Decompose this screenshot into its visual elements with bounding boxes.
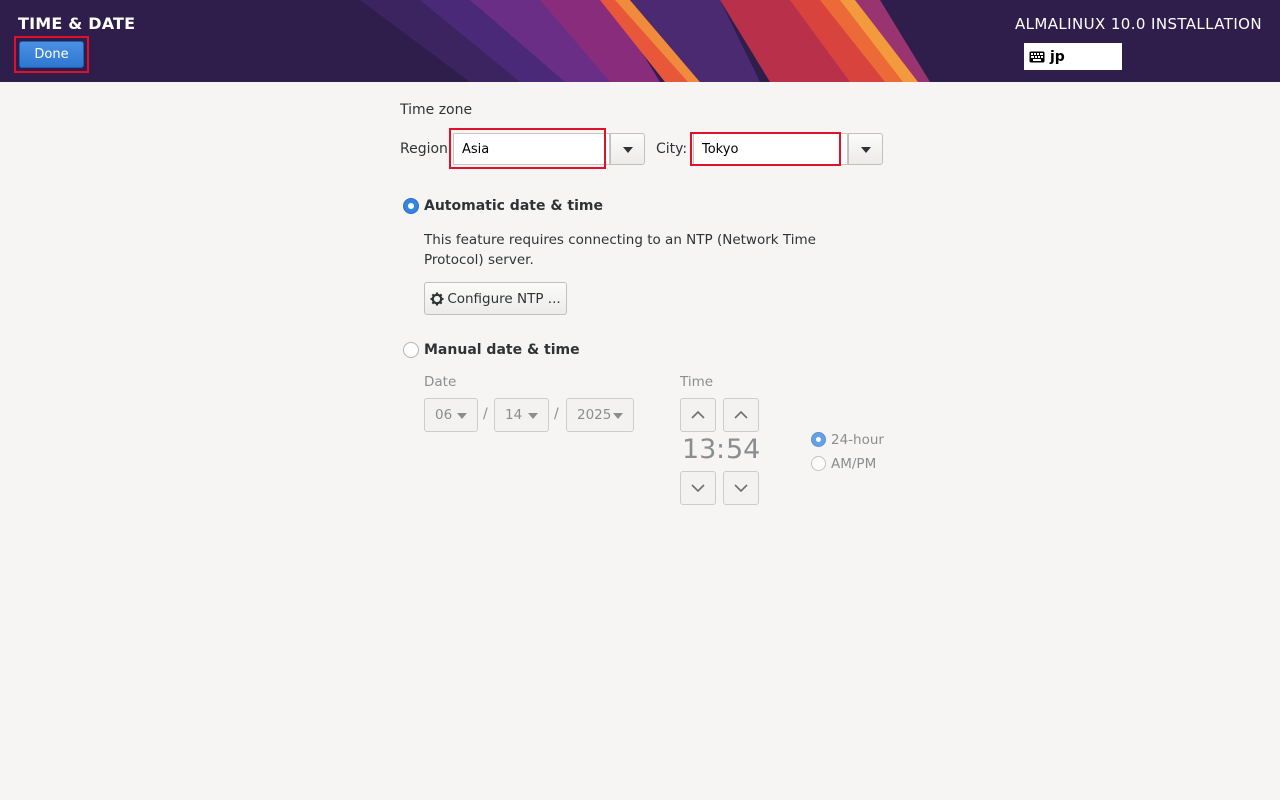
chevron-up-icon — [691, 410, 705, 419]
chevron-down-icon — [613, 413, 623, 419]
hour-up-button[interactable] — [680, 398, 716, 432]
date-separator: / — [554, 406, 559, 422]
date-separator: / — [483, 406, 488, 422]
chevron-down-icon — [457, 413, 467, 419]
done-button[interactable]: Done — [19, 41, 84, 68]
ntp-description: This feature requires connecting to an N… — [424, 232, 816, 268]
configure-ntp-button[interactable]: Configure NTP ... — [424, 282, 567, 315]
format-ampm-radio[interactable] — [811, 456, 826, 471]
minute-up-button[interactable] — [723, 398, 759, 432]
hours-display: 13 — [682, 434, 717, 465]
time-label: Time — [680, 374, 714, 390]
day-combo[interactable]: 14 — [494, 398, 549, 432]
configure-ntp-label: Configure NTP ... — [447, 290, 561, 307]
region-dropdown-button[interactable] — [610, 133, 645, 165]
header-bar: TIME & DATE Done ALMALINUX 10.0 INSTALLA… — [0, 0, 1280, 82]
keyboard-layout-indicator[interactable]: jp — [1024, 43, 1122, 70]
format-24h-radio[interactable] — [811, 432, 826, 447]
minute-down-button[interactable] — [723, 471, 759, 505]
automatic-radio[interactable] — [403, 198, 419, 214]
region-label: Region: — [400, 141, 453, 157]
chevron-down-icon — [734, 484, 748, 493]
keyboard-icon — [1029, 51, 1045, 62]
year-value: 2025 — [577, 407, 612, 423]
chevron-down-icon — [528, 413, 538, 419]
hour-down-button[interactable] — [680, 471, 716, 505]
month-value: 06 — [435, 407, 453, 423]
month-combo[interactable]: 06 — [424, 398, 478, 432]
city-dropdown-button[interactable] — [848, 133, 883, 165]
format-ampm-label[interactable]: AM/PM — [831, 456, 876, 472]
timezone-title: Time zone — [400, 102, 473, 118]
format-24h-label[interactable]: 24-hour — [831, 432, 884, 448]
automatic-label[interactable]: Automatic date & time — [424, 198, 603, 214]
keyboard-layout-label: jp — [1050, 48, 1065, 65]
gear-icon — [430, 292, 444, 305]
manual-radio[interactable] — [403, 342, 419, 358]
city-highlight — [690, 132, 841, 166]
manual-label[interactable]: Manual date & time — [424, 342, 580, 358]
time-separator: : — [716, 434, 726, 465]
chevron-up-icon — [734, 410, 748, 419]
minutes-display: 54 — [726, 434, 761, 465]
screen-title: TIME & DATE — [18, 14, 136, 33]
region-highlight — [449, 128, 606, 169]
chevron-down-icon — [691, 484, 705, 493]
city-label: City: — [656, 141, 688, 157]
product-title: ALMALINUX 10.0 INSTALLATION — [1014, 15, 1262, 33]
day-value: 14 — [505, 407, 523, 423]
year-combo[interactable]: 2025 — [566, 398, 634, 432]
date-label: Date — [424, 374, 457, 390]
